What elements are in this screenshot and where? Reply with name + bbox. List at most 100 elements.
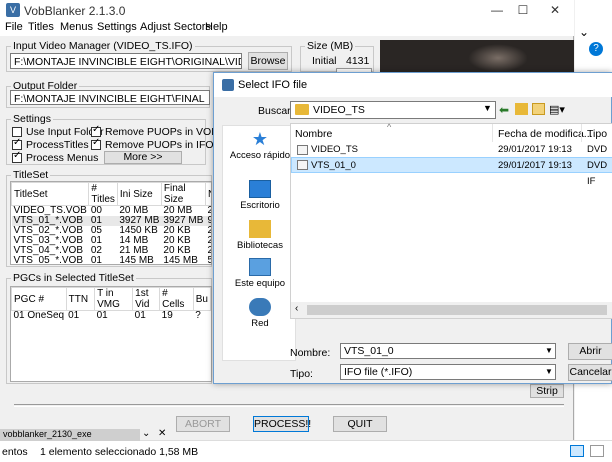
place-network-label: Red: [251, 318, 269, 329]
col-ttn[interactable]: TTN: [65, 287, 96, 311]
browse-button[interactable]: Browse: [248, 52, 288, 70]
cell: 01 OneSeq: [13, 310, 65, 321]
network-icon: [249, 298, 271, 316]
table-row[interactable]: 01 OneSeq 01 01 01 19?: [12, 311, 211, 322]
cancel-button[interactable]: Cancelar: [568, 364, 612, 381]
place-quick-access[interactable]: ★ Acceso rápido: [223, 130, 297, 161]
process-menus-checkbox[interactable]: [12, 150, 22, 164]
libraries-icon: [249, 220, 271, 238]
menu-file[interactable]: File: [5, 21, 23, 33]
cell: 01: [90, 255, 102, 265]
place-desktop[interactable]: Escritorio: [223, 180, 297, 211]
place-libraries-label: Bibliotecas: [237, 240, 283, 251]
chevron-down-icon[interactable]: ▼: [483, 103, 492, 113]
scroll-left-icon[interactable]: ‹: [295, 303, 298, 314]
place-network[interactable]: Red: [223, 298, 297, 329]
abort-button[interactable]: ABORT: [176, 416, 230, 432]
star-icon: ★: [251, 129, 269, 149]
pgcs-header-row: PGC # TTN T in VMG 1st Vid # Cells Bu: [11, 287, 211, 311]
col-n[interactable]: N: [204, 182, 211, 206]
col-cells[interactable]: # Cells: [159, 287, 194, 311]
process-titles-option[interactable]: ProcessTitles: [12, 137, 89, 151]
remove-puops-vobs-option[interactable]: Remove PUOPs in VOBs: [91, 124, 223, 138]
process-button[interactable]: PROCESS!!: [253, 416, 311, 432]
menu-adjust-sectors[interactable]: Adjust Sectors: [140, 21, 211, 33]
cell: ?: [195, 310, 201, 321]
col-name[interactable]: Nombre: [295, 128, 332, 140]
remove-puops-ifos-option[interactable]: Remove PUOPs in IFOs: [91, 137, 219, 151]
col-pgc[interactable]: PGC #: [11, 287, 67, 311]
col-1st-vid[interactable]: 1st Vid: [132, 287, 161, 311]
quit-button[interactable]: QUIT: [333, 416, 387, 432]
remove-puops-ifos-checkbox[interactable]: [91, 137, 101, 151]
chevron-down-icon[interactable]: ⌄: [579, 25, 589, 39]
col-type[interactable]: Tipo: [587, 128, 607, 140]
titleset-table: TitleSet # Titles Ini Size Final Size N …: [11, 182, 212, 265]
cell: VTS_05_*.VOB: [13, 255, 83, 265]
menu-help[interactable]: Help: [205, 21, 228, 33]
initial-size-label: Initial: [312, 55, 337, 67]
up-folder-icon[interactable]: [515, 103, 528, 115]
window-title: VobBlanker 2.1.3.0: [24, 4, 126, 18]
col-titles[interactable]: # Titles: [88, 182, 118, 206]
back-icon[interactable]: ⬅: [499, 103, 509, 117]
use-input-folder-checkbox[interactable]: [12, 127, 22, 138]
lookin-value: VIDEO_TS: [313, 104, 365, 116]
horizontal-scrollbar[interactable]: ‹: [291, 302, 612, 318]
cell: 145 MB: [163, 255, 198, 265]
scroll-thumb[interactable]: [307, 305, 607, 315]
lookin-dropdown[interactable]: VIDEO_TS ▼: [290, 101, 496, 119]
menu-menus[interactable]: Menus: [60, 21, 93, 33]
place-libraries[interactable]: Bibliotecas: [223, 220, 297, 251]
folder-icon: [295, 104, 309, 115]
col-bu[interactable]: Bu: [192, 287, 211, 311]
chevron-down-icon[interactable]: ▼: [545, 367, 553, 376]
title-bar: V VobBlanker 2.1.3.0 — ☐ ✕: [0, 0, 574, 20]
col-date[interactable]: Fecha de modifica...: [498, 128, 593, 140]
remove-puops-vobs-checkbox[interactable]: [91, 124, 101, 138]
help-icon[interactable]: ?: [589, 42, 603, 56]
col-t-in-vmg[interactable]: T in VMG: [94, 287, 134, 311]
pgcs-table-container: PGC # TTN T in VMG 1st Vid # Cells Bu 01…: [10, 286, 212, 382]
column-divider: [492, 124, 493, 142]
col-titleset[interactable]: TitleSet: [11, 182, 90, 206]
titleset-label: TitleSet: [11, 169, 51, 181]
pgcs-label: PGCs in Selected TitleSet: [11, 272, 136, 284]
maximize-button[interactable]: ☐: [508, 0, 538, 20]
close-icon[interactable]: ✕: [158, 428, 166, 439]
file-name: VIDEO_TS: [311, 144, 358, 155]
close-button[interactable]: ✕: [540, 0, 570, 20]
use-input-folder-option[interactable]: Use Input Folder: [12, 126, 104, 138]
more-button[interactable]: More >>: [104, 151, 182, 164]
status-text: 1 elemento seleccionado 1,58 MB: [40, 446, 199, 458]
menu-titles[interactable]: Titles: [28, 21, 54, 33]
preview-frame: [468, 44, 528, 72]
view-menu-icon[interactable]: ▤▾: [549, 103, 565, 116]
pgcs-table: PGC # TTN T in VMG 1st Vid # Cells Bu 01…: [11, 287, 211, 321]
process-menus-option[interactable]: Process Menus: [12, 150, 98, 164]
col-ini-size[interactable]: Ini Size: [116, 182, 162, 206]
status-prefix: entos: [2, 446, 28, 458]
tiles-view-icon[interactable]: [590, 445, 604, 457]
table-row[interactable]: VTS_05_*.VOB 01 145 MB 145 MB 5: [12, 255, 212, 265]
strip-button[interactable]: Strip: [530, 384, 564, 398]
chevron-down-icon[interactable]: ▼: [545, 346, 553, 355]
place-this-pc-label: Este equipo: [234, 278, 286, 289]
cell: 145 MB: [119, 255, 154, 265]
chevron-down-icon[interactable]: ⌄: [142, 428, 150, 439]
input-path-field[interactable]: F:\MONTAJE INVINCIBLE EIGHT\ORIGINAL\VID…: [10, 53, 242, 69]
process-titles-checkbox[interactable]: [12, 137, 22, 151]
filename-combo[interactable]: VTS_01_0 ▼: [340, 343, 556, 359]
video-preview: [380, 40, 574, 74]
filetype-dropdown[interactable]: IFO file (*.IFO) ▼: [340, 364, 556, 380]
open-button[interactable]: Abrir: [568, 343, 612, 360]
file-row[interactable]: VIDEO_TS 29/01/2017 19:13 DVD IF: [291, 142, 612, 171]
menu-settings[interactable]: Settings: [97, 21, 137, 33]
file-row[interactable]: VTS_01_0 29/01/2017 19:13 DVD IF: [291, 157, 612, 187]
details-view-icon[interactable]: [570, 445, 584, 457]
taskbar-item[interactable]: vobblanker_2130_exe: [0, 429, 140, 441]
place-this-pc[interactable]: Este equipo: [223, 258, 297, 289]
new-folder-icon[interactable]: [532, 103, 545, 115]
output-path-field[interactable]: F:\MONTAJE INVINCIBLE EIGHT\FINAL: [10, 90, 210, 105]
col-final-size[interactable]: Final Size: [160, 182, 206, 206]
